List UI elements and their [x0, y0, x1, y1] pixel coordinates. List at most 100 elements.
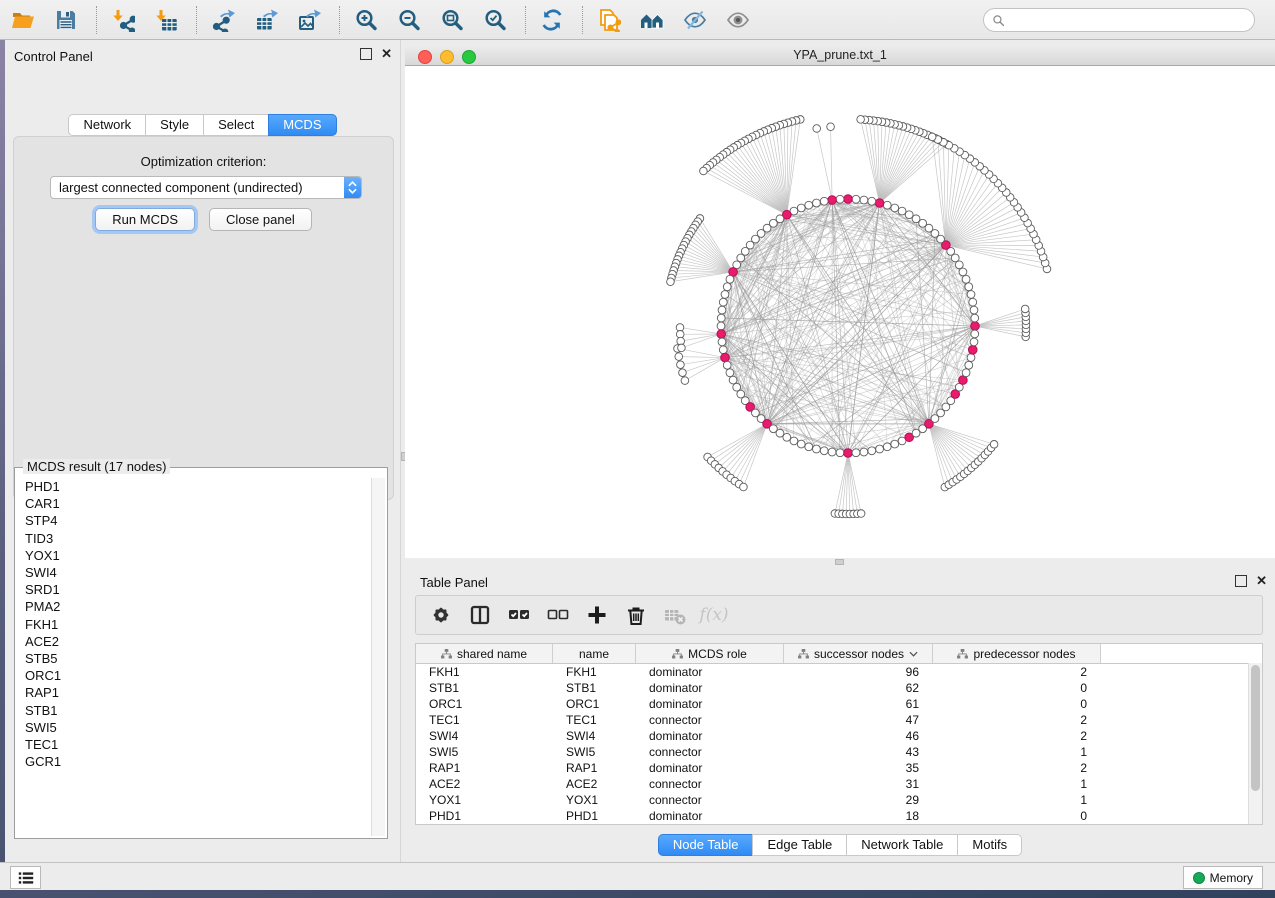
table-row[interactable]: STB1STB1dominator620 — [416, 680, 1262, 696]
save-session-icon[interactable] — [51, 5, 81, 35]
close-panel-icon[interactable]: ✕ — [1256, 576, 1267, 586]
close-panel-button[interactable]: Close panel — [209, 208, 312, 231]
export-table-icon[interactable] — [251, 5, 281, 35]
node-table[interactable]: shared namename MCDS role successor node… — [415, 643, 1263, 825]
horizontal-splitter[interactable] — [405, 558, 1275, 567]
scrollbar-thumb[interactable] — [1251, 665, 1260, 791]
column-layout-icon[interactable] — [467, 602, 493, 628]
splitter-handle[interactable] — [835, 559, 844, 565]
zoom-out-icon[interactable] — [394, 5, 424, 35]
tab-edge-table[interactable]: Edge Table — [752, 834, 846, 856]
import-network-icon[interactable] — [108, 5, 138, 35]
memory-button[interactable]: Memory — [1183, 866, 1263, 889]
column-header-name[interactable]: name — [553, 644, 636, 663]
table-cell: TEC1 — [416, 712, 553, 728]
table-scrollbar[interactable] — [1248, 663, 1262, 824]
mcds-result-item[interactable]: PHD1 — [17, 478, 370, 495]
column-header-predecessor-nodes[interactable]: predecessor nodes — [933, 644, 1101, 663]
float-panel-icon[interactable] — [1235, 575, 1247, 587]
table-header-row: shared namename MCDS role successor node… — [416, 644, 1262, 664]
table-row[interactable]: YOX1YOX1connector291 — [416, 792, 1262, 808]
export-image-icon[interactable] — [294, 5, 324, 35]
table-row[interactable]: RAP1RAP1dominator352 — [416, 760, 1262, 776]
hide-details-icon[interactable] — [680, 5, 710, 35]
table-cell: 0 — [933, 680, 1101, 696]
delete-table-icon[interactable] — [662, 602, 688, 628]
deselect-all-icon[interactable] — [545, 602, 571, 628]
table-cell: PHD1 — [416, 808, 553, 824]
table-row[interactable]: PHD1PHD1dominator180 — [416, 808, 1262, 824]
table-row[interactable]: SWI4SWI4dominator462 — [416, 728, 1262, 744]
mcds-result-item[interactable]: STP4 — [17, 512, 370, 529]
tab-network[interactable]: Network — [68, 114, 145, 136]
add-column-icon[interactable] — [584, 602, 610, 628]
mcds-result-item[interactable]: PMA2 — [17, 598, 370, 615]
tab-node-table[interactable]: Node Table — [658, 834, 753, 856]
tab-style[interactable]: Style — [145, 114, 203, 136]
tab-network-table[interactable]: Network Table — [846, 834, 957, 856]
tab-mcds[interactable]: MCDS — [268, 114, 336, 136]
table-cell: 61 — [784, 696, 933, 712]
network-view[interactable] — [405, 66, 1275, 558]
table-panel: Table Panel ✕ f(x) shared namename MCDS … — [405, 567, 1275, 862]
mcds-result-item[interactable]: SWI5 — [17, 719, 370, 736]
mcds-result-item[interactable]: SRD1 — [17, 581, 370, 598]
search-field[interactable] — [983, 8, 1255, 32]
table-settings-icon[interactable] — [428, 602, 454, 628]
column-header-MCDS-role[interactable]: MCDS role — [636, 644, 784, 663]
run-mcds-button[interactable]: Run MCDS — [95, 208, 195, 231]
table-cell: 31 — [784, 776, 933, 792]
delete-column-icon[interactable] — [623, 602, 649, 628]
table-cell: PHD1 — [553, 808, 636, 824]
zoom-in-icon[interactable] — [351, 5, 381, 35]
open-file-icon[interactable] — [8, 5, 38, 35]
network-canvas[interactable] — [405, 66, 1275, 558]
table-row[interactable]: ACE2ACE2connector311 — [416, 776, 1262, 792]
mcds-result-item[interactable]: STB1 — [17, 701, 370, 718]
mcds-result-item[interactable]: ORC1 — [17, 667, 370, 684]
mcds-list-scrollbar[interactable] — [371, 478, 385, 836]
criterion-dropdown[interactable]: largest connected component (undirected) — [50, 176, 362, 199]
table-cell: 2 — [933, 712, 1101, 728]
column-type-icon — [957, 649, 968, 659]
optimization-criterion-label: Optimization criterion: — [14, 154, 393, 169]
mcds-result-item[interactable]: STB5 — [17, 650, 370, 667]
mcds-result-item[interactable]: RAP1 — [17, 684, 370, 701]
tab-motifs[interactable]: Motifs — [957, 834, 1022, 856]
mcds-result-item[interactable]: SWI4 — [17, 564, 370, 581]
task-history-button[interactable] — [10, 866, 41, 889]
mcds-result-item[interactable]: YOX1 — [17, 547, 370, 564]
mcds-result-item[interactable]: CAR1 — [17, 495, 370, 512]
select-all-icon[interactable] — [506, 602, 532, 628]
mcds-result-item[interactable]: TEC1 — [17, 736, 370, 753]
home-networks-icon[interactable] — [637, 5, 667, 35]
column-header-shared-name[interactable]: shared name — [416, 644, 553, 663]
table-tabs: Node TableEdge TableNetwork TableMotifs — [405, 834, 1275, 856]
mcds-result-item[interactable]: TID3 — [17, 530, 370, 547]
table-row[interactable]: SWI5SWI5connector431 — [416, 744, 1262, 760]
tab-select[interactable]: Select — [203, 114, 268, 136]
mcds-result-list[interactable]: PHD1CAR1STP4TID3YOX1SWI4SRD1PMA2FKH1ACE2… — [17, 478, 370, 836]
table-cell: connector — [636, 776, 784, 792]
mcds-result-item[interactable]: FKH1 — [17, 616, 370, 633]
zoom-selected-icon[interactable] — [480, 5, 510, 35]
function-builder-icon[interactable]: f(x) — [701, 602, 727, 628]
network-window-titlebar[interactable]: YPA_prune.txt_1 — [405, 45, 1275, 66]
control-panel: Control Panel ✕ NetworkStyleSelectMCDS O… — [5, 40, 400, 862]
table-row[interactable]: ORC1ORC1dominator610 — [416, 696, 1262, 712]
close-panel-icon[interactable]: ✕ — [381, 49, 392, 59]
import-table-icon[interactable] — [151, 5, 181, 35]
session-docs-icon[interactable] — [594, 5, 624, 35]
column-header-successor-nodes[interactable]: successor nodes — [784, 644, 933, 663]
zoom-fit-icon[interactable] — [437, 5, 467, 35]
export-network-icon[interactable] — [208, 5, 238, 35]
table-row[interactable]: TEC1TEC1connector472 — [416, 712, 1262, 728]
mcds-result-item[interactable]: ACE2 — [17, 633, 370, 650]
show-details-icon[interactable] — [723, 5, 753, 35]
refresh-layout-icon[interactable] — [537, 5, 567, 35]
table-cell: 43 — [784, 744, 933, 760]
float-panel-icon[interactable] — [360, 48, 372, 60]
mcds-result-item[interactable]: GCR1 — [17, 753, 370, 770]
table-row[interactable]: FKH1FKH1dominator962 — [416, 664, 1262, 680]
search-input[interactable] — [1010, 12, 1254, 28]
